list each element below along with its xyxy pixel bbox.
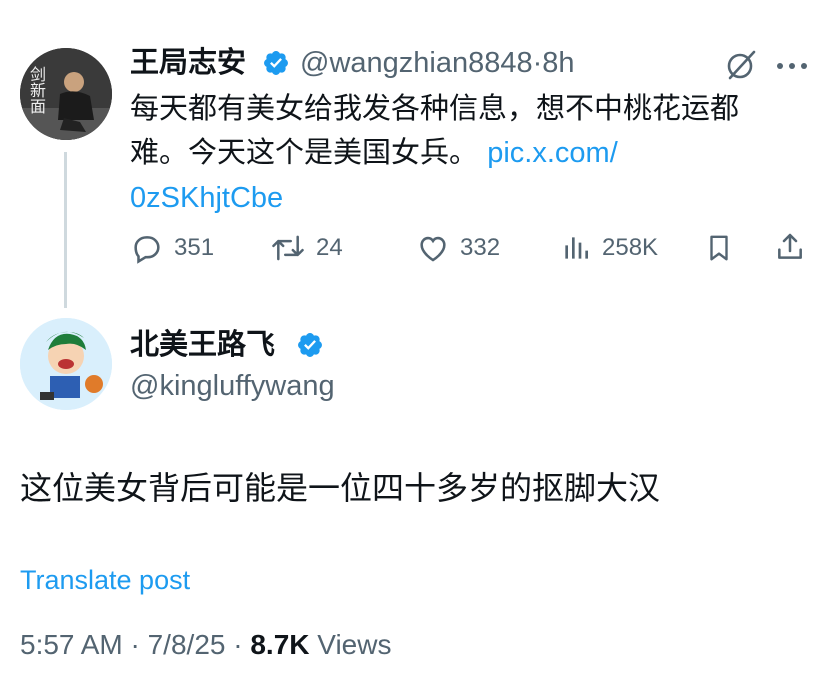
view-count: 8.7K — [250, 629, 310, 660]
avatar-caption: 剑新面 — [27, 66, 46, 114]
more-icon[interactable] — [776, 58, 808, 69]
media-link-continued[interactable]: 0zSKhjtCbe — [130, 182, 283, 214]
views-label: Views — [309, 629, 392, 660]
reply-author-name[interactable]: 北美王路飞 — [130, 326, 275, 362]
repost-icon — [272, 235, 304, 261]
verified-badge-icon — [262, 49, 290, 77]
tweet-text: 每天都有美女给我发各种信息，想不中桃花运都 难。今天这个是美国女兵。 pic.x… — [130, 86, 810, 220]
thread-connector-line — [64, 152, 67, 308]
views-icon — [565, 237, 588, 259]
post-timestamp[interactable]: 5:57 AM · 7/8/25 · — [20, 629, 250, 660]
translate-post-link[interactable]: Translate post — [20, 562, 190, 598]
avatar-kingluffywang[interactable] — [20, 318, 112, 410]
share-icon[interactable] — [774, 230, 806, 269]
views-count: 258K — [602, 234, 659, 261]
repost-count: 24 — [316, 234, 343, 261]
post-meta: 5:57 AM · 7/8/25 · 8.7K Views — [20, 626, 391, 664]
avatar-image — [20, 318, 112, 410]
separator: · — [532, 47, 543, 79]
views-button[interactable]: 258K — [560, 230, 658, 266]
reply-text: 这位美女背后可能是一位四十多岁的抠脚大汉 — [20, 469, 661, 507]
tweet-text-line2: 难。今天这个是美国女兵。 — [130, 135, 479, 169]
bookmark-icon[interactable] — [704, 232, 734, 269]
verified-badge-icon — [296, 331, 324, 359]
repost-button[interactable]: 24 — [270, 230, 343, 266]
like-button[interactable]: 332 — [416, 230, 500, 266]
reply-button[interactable]: 351 — [130, 230, 214, 266]
avatar-wangzhian[interactable]: 剑新面 — [20, 48, 112, 140]
grok-icon[interactable] — [724, 48, 758, 82]
reply-author-handle[interactable]: @kingluffywang — [130, 368, 335, 404]
time-ago: 8h — [542, 47, 575, 79]
author-name[interactable]: 王局志安 — [130, 46, 246, 80]
reply-icon — [134, 236, 160, 264]
like-count: 332 — [460, 234, 501, 261]
author-handle: @wangzhian8848 — [300, 47, 533, 79]
like-icon — [420, 236, 446, 262]
author-handle-and-time[interactable]: @wangzhian8848·8h — [300, 46, 575, 80]
reply-count: 351 — [174, 234, 215, 261]
media-link[interactable]: pic.x.com/ — [487, 137, 618, 169]
tweet-text-line1: 每天都有美女给我发各种信息，想不中桃花运都 — [130, 91, 740, 125]
